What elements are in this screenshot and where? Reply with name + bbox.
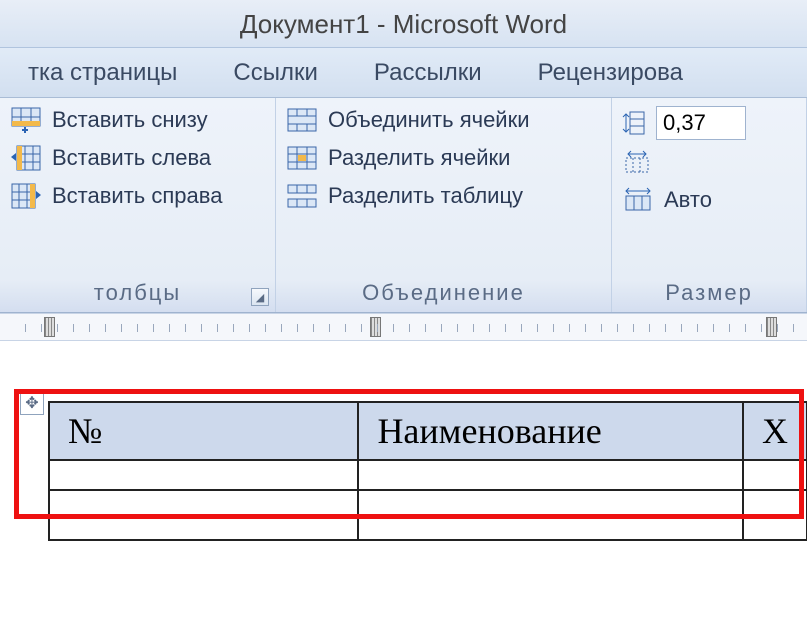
table-header-cell[interactable]: № — [49, 402, 358, 460]
document-table[interactable]: № Наименование Х — [48, 401, 807, 541]
table-move-handle[interactable]: ✥ — [20, 391, 44, 415]
split-cells-icon — [286, 144, 318, 172]
row-height-input[interactable]: 0,37 — [656, 106, 746, 140]
split-cells-button[interactable]: Разделить ячейки — [286, 144, 601, 172]
group-size-label: Размер — [622, 274, 796, 308]
table-cell[interactable] — [743, 460, 807, 490]
window-title: Документ1 - Microsoft Word — [0, 0, 807, 48]
table-header-cell[interactable]: Х — [743, 402, 807, 460]
table-cell[interactable] — [358, 490, 743, 540]
merge-cells-label: Объединить ячейки — [328, 107, 530, 133]
tab-page-layout[interactable]: тка страницы — [0, 48, 205, 97]
group-rows-cols-label: толбцы — [10, 274, 265, 308]
merge-cells-icon — [286, 106, 318, 134]
table-cell[interactable] — [743, 490, 807, 540]
group-merge-label: Объединение — [286, 274, 601, 308]
tab-mailings[interactable]: Рассылки — [346, 48, 510, 97]
split-table-label: Разделить таблицу — [328, 183, 523, 209]
table-cell[interactable] — [358, 460, 743, 490]
insert-left-icon — [10, 144, 42, 172]
autofit-icon — [622, 186, 654, 214]
merge-cells-button[interactable]: Объединить ячейки — [286, 106, 601, 134]
autofit-button[interactable]: Авто — [622, 186, 796, 214]
split-table-icon — [286, 182, 318, 210]
tab-review[interactable]: Рецензирова — [510, 48, 711, 97]
split-table-button[interactable]: Разделить таблицу — [286, 182, 601, 210]
insert-right-label: Вставить справа — [52, 183, 222, 209]
document-area[interactable]: ✥ № Наименование Х — [0, 341, 807, 541]
ribbon-tabs: тка страницы Ссылки Рассылки Рецензирова — [0, 48, 807, 98]
insert-right-icon — [10, 182, 42, 210]
insert-below-button[interactable]: Вставить снизу — [10, 106, 265, 134]
insert-below-icon — [10, 106, 42, 134]
insert-below-label: Вставить снизу — [52, 107, 208, 133]
autofit-label: Авто — [664, 187, 712, 213]
table-cell[interactable] — [49, 460, 358, 490]
table-header-cell[interactable]: Наименование — [358, 402, 743, 460]
tab-references[interactable]: Ссылки — [205, 48, 346, 97]
row-height-icon — [622, 108, 648, 138]
insert-left-label: Вставить слева — [52, 145, 211, 171]
table-header-row[interactable]: № Наименование Х — [49, 402, 807, 460]
dialog-launcher-icon[interactable]: ◢ — [251, 288, 269, 306]
col-width-icon — [622, 150, 652, 176]
insert-right-button[interactable]: Вставить справа — [10, 182, 265, 210]
table-cell[interactable] — [49, 490, 358, 540]
horizontal-ruler[interactable] — [0, 313, 807, 341]
table-row[interactable] — [49, 490, 807, 540]
ribbon: Вставить снизу Вставить слева Вставить с… — [0, 98, 807, 313]
table-row[interactable] — [49, 460, 807, 490]
insert-left-button[interactable]: Вставить слева — [10, 144, 265, 172]
split-cells-label: Разделить ячейки — [328, 145, 510, 171]
